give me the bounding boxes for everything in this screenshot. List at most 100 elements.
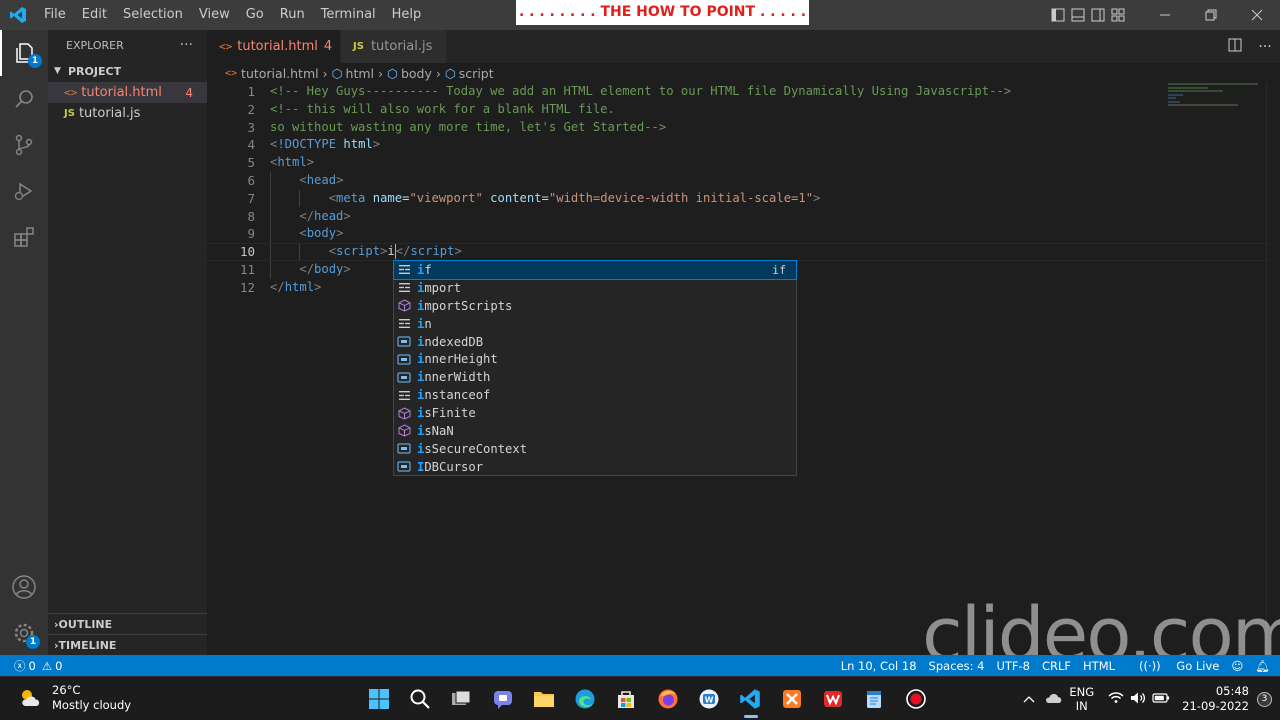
- code-line-6: <head>: [299, 172, 344, 187]
- wifi-icon[interactable]: [1108, 691, 1124, 707]
- tag-name: body: [314, 261, 344, 276]
- weather-widget[interactable]: 26°C Mostly cloudy: [18, 683, 131, 713]
- minimize-icon[interactable]: [1142, 0, 1188, 30]
- breadcrumb-html[interactable]: html: [346, 66, 374, 81]
- vscode-taskbar-icon[interactable]: [730, 679, 771, 719]
- suggestion-item[interactable]: isNaN: [394, 422, 796, 440]
- title-bar: File Edit Selection View Go Run Terminal…: [0, 0, 1280, 45]
- source-control-icon[interactable]: [0, 122, 48, 168]
- tab-label: tutorial.html: [237, 39, 318, 54]
- menu-edit[interactable]: Edit: [74, 0, 115, 30]
- search-icon[interactable]: [0, 76, 48, 122]
- suggestion-item[interactable]: isSecureContext: [394, 440, 796, 458]
- menu-view[interactable]: View: [191, 0, 238, 30]
- menu-selection[interactable]: Selection: [115, 0, 191, 30]
- suggestion-item[interactable]: indexedDB: [394, 333, 796, 351]
- battery-icon[interactable]: [1152, 692, 1170, 707]
- extensions-icon[interactable]: [0, 214, 48, 260]
- suggestion-item[interactable]: import: [394, 279, 796, 297]
- clock[interactable]: 05:48 21-09-2022: [1182, 684, 1249, 714]
- toggle-panel-icon[interactable]: [1068, 0, 1088, 30]
- manage-gear-icon[interactable]: 1: [0, 610, 48, 656]
- suggestion-item[interactable]: if if: [393, 260, 797, 280]
- tab-tutorial-js[interactable]: JS tutorial.js: [341, 30, 447, 63]
- method-cube-icon: [396, 299, 412, 313]
- timeline-section-header[interactable]: › TIMELINE: [48, 634, 207, 656]
- code-line-4: <!DOCTYPE html>: [270, 137, 381, 152]
- suggestion-item[interactable]: innerWidth: [394, 368, 796, 386]
- tab-tutorial-html[interactable]: <> tutorial.html 4: [207, 30, 341, 63]
- file-item-tutorial-html[interactable]: <> tutorial.html 4: [48, 82, 207, 103]
- go-live-button[interactable]: ((·)) Go Live: [1127, 659, 1219, 673]
- cloud-sync-icon[interactable]: [1045, 692, 1063, 707]
- menu-go[interactable]: Go: [238, 0, 272, 30]
- menu-bar: File Edit Selection View Go Run Terminal…: [36, 0, 429, 30]
- notepad-icon[interactable]: [854, 679, 895, 719]
- suggestion-item[interactable]: in: [394, 315, 796, 333]
- menu-help[interactable]: Help: [384, 0, 430, 30]
- more-actions-icon[interactable]: ···: [1250, 39, 1280, 55]
- feedback-icon[interactable]: ☺: [1231, 659, 1243, 673]
- word-icon[interactable]: W: [688, 679, 729, 719]
- suggestion-item[interactable]: innerHeight: [394, 350, 796, 368]
- close-icon[interactable]: [1234, 0, 1280, 30]
- screen-recorder-icon[interactable]: [895, 679, 936, 719]
- menu-file[interactable]: File: [36, 0, 74, 30]
- language-mode[interactable]: HTML: [1083, 659, 1115, 673]
- bell-icon[interactable]: 🔔︎: [1255, 659, 1270, 673]
- indentation[interactable]: Spaces: 4: [929, 659, 985, 673]
- input-language[interactable]: ENG IN: [1069, 685, 1094, 713]
- encoding[interactable]: UTF-8: [996, 659, 1030, 673]
- split-editor-icon[interactable]: [1220, 38, 1250, 56]
- toggle-sidebar-icon[interactable]: [1048, 0, 1068, 30]
- breadcrumb-script[interactable]: script: [459, 66, 494, 81]
- line-number: 6: [247, 172, 255, 188]
- broadcast-icon: ((·)): [1139, 658, 1165, 673]
- start-windows-icon[interactable]: [358, 679, 399, 719]
- breadcrumb-file[interactable]: tutorial.html: [241, 66, 319, 81]
- explorer-icon[interactable]: 1: [0, 30, 48, 76]
- doctype-keyword: !DOCTYPE: [277, 137, 337, 152]
- customize-layout-icon[interactable]: [1108, 0, 1128, 30]
- error-icon: ⓧ: [14, 658, 26, 673]
- suggestion-item[interactable]: IDBCursor: [394, 458, 796, 476]
- file-explorer-icon[interactable]: [523, 679, 564, 719]
- edge-browser-icon[interactable]: [564, 679, 605, 719]
- task-view-icon[interactable]: [441, 679, 482, 719]
- menu-terminal[interactable]: Terminal: [313, 0, 384, 30]
- line-number: 4: [247, 137, 255, 153]
- run-debug-icon[interactable]: [0, 168, 48, 214]
- firefox-icon[interactable]: [647, 679, 688, 719]
- tag-name: meta: [336, 190, 366, 205]
- wps-office-icon[interactable]: [812, 679, 853, 719]
- code-line-2: <!-- this will also work for a blank HTM…: [270, 101, 1150, 119]
- notification-count[interactable]: 3: [1257, 691, 1272, 707]
- file-item-tutorial-js[interactable]: JS tutorial.js: [48, 103, 207, 124]
- volume-icon[interactable]: [1130, 691, 1146, 708]
- vertical-scrollbar[interactable]: [1266, 83, 1280, 655]
- suggestion-item[interactable]: importScripts: [394, 297, 796, 315]
- chevron-up-icon[interactable]: [1023, 692, 1035, 706]
- outline-section-header[interactable]: › OUTLINE: [48, 613, 207, 635]
- suggestion-item[interactable]: isFinite: [394, 404, 796, 422]
- restore-icon[interactable]: [1188, 0, 1234, 30]
- search-icon[interactable]: [399, 679, 440, 719]
- xampp-icon[interactable]: [771, 679, 812, 719]
- explorer-sidebar: EXPLORER ··· ▼ PROJECT <> tutorial.html …: [48, 30, 207, 655]
- suggestion-item[interactable]: instanceof: [394, 386, 796, 404]
- teams-chat-icon[interactable]: [482, 679, 523, 719]
- store-icon[interactable]: [606, 679, 647, 719]
- line-ending[interactable]: CRLF: [1042, 659, 1071, 673]
- cursor-position[interactable]: Ln 10, Col 18: [841, 659, 917, 673]
- breadcrumb-body[interactable]: body: [401, 66, 432, 81]
- minimap[interactable]: [1168, 83, 1268, 113]
- variable-icon: [396, 442, 412, 456]
- comment-text: <!-- this will also work for a blank HTM…: [270, 101, 615, 116]
- toggle-secondary-sidebar-icon[interactable]: [1088, 0, 1108, 30]
- project-folder-header[interactable]: ▼ PROJECT: [48, 60, 207, 82]
- explorer-more-button[interactable]: ···: [180, 37, 193, 53]
- accounts-icon[interactable]: [0, 564, 48, 610]
- menu-run[interactable]: Run: [272, 0, 313, 30]
- problems-status[interactable]: ⓧ 0 ⚠ 0: [0, 658, 62, 674]
- suggestion-rest: mportScripts: [424, 298, 513, 313]
